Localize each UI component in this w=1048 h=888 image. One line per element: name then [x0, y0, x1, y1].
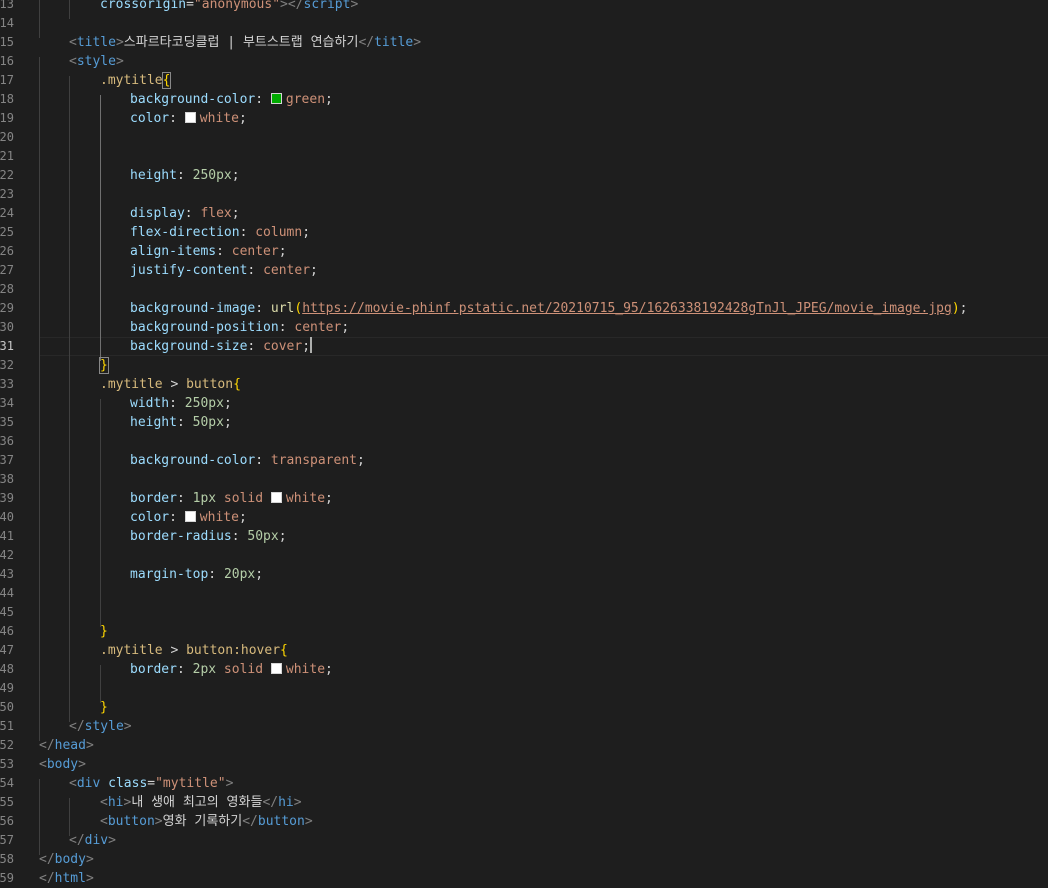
color-swatch-white[interactable] — [270, 492, 282, 503]
line-number: 49 — [0, 681, 14, 695]
line-number: 54 — [0, 776, 14, 790]
code-line-48: border: 2px solid white; — [130, 662, 333, 677]
line-number: 19 — [0, 111, 14, 125]
code-line-33: .mytitle > button{ — [100, 377, 241, 392]
line-number: 34 — [0, 396, 14, 410]
code-line-32: } — [99, 357, 109, 374]
line-number: 42 — [0, 548, 14, 562]
code-line-26: align-items: center; — [130, 244, 287, 259]
code-line-51: </style> — [69, 719, 132, 734]
line-number: 36 — [0, 434, 14, 448]
line-number: 38 — [0, 472, 14, 486]
line-number: 24 — [0, 206, 14, 220]
line-number: 14 — [0, 16, 14, 30]
code-line-31: background-size: cover; — [130, 337, 313, 354]
line-number: 50 — [0, 700, 14, 714]
code-line-40: color: white; — [130, 510, 247, 525]
line-number: 58 — [0, 852, 14, 866]
code-line-17: .mytitle{ — [100, 72, 172, 89]
line-number: 53 — [0, 757, 14, 771]
code-editor[interactable]: 13 14 15 16 17 18 19 20 21 22 23 24 25 26 27 28 29 30 31 32… — [0, 0, 1048, 888]
code-line-39: border: 1px solid white; — [130, 491, 333, 506]
line-number: 28 — [0, 282, 14, 296]
line-number: 48 — [0, 662, 14, 676]
code-line-13: crossorigin="anonymous"></script> — [100, 0, 359, 12]
line-number: 30 — [0, 320, 14, 334]
code-line-47: .mytitle > button:hover{ — [100, 643, 288, 658]
line-number: 52 — [0, 738, 14, 752]
code-line-43: margin-top: 20px; — [130, 567, 264, 582]
line-number: 21 — [0, 149, 14, 163]
code-area[interactable]: crossorigin="anonymous"></script> <title… — [39, 0, 1048, 888]
code-line-50: } — [100, 700, 108, 715]
line-number: 13 — [0, 0, 14, 11]
line-number: 45 — [0, 605, 14, 619]
code-line-25: flex-direction: column; — [130, 225, 311, 240]
code-line-52: </head> — [39, 738, 94, 753]
line-number: 16 — [0, 54, 14, 68]
color-swatch-white[interactable] — [184, 511, 196, 522]
line-number: 41 — [0, 529, 14, 543]
color-swatch-green[interactable] — [270, 93, 282, 104]
code-line-34: width: 250px; — [130, 396, 232, 411]
line-number: 20 — [0, 130, 14, 144]
line-number: 37 — [0, 453, 14, 467]
code-line-55: <hi>내 생애 최고의 영화들</hi> — [100, 795, 302, 810]
line-number: 25 — [0, 225, 14, 239]
code-line-59: </html> — [39, 871, 94, 886]
code-line-27: justify-content: center; — [130, 263, 318, 278]
code-line-58: </body> — [39, 852, 94, 867]
line-number: 33 — [0, 377, 14, 391]
line-number: 43 — [0, 567, 14, 581]
line-number: 51 — [0, 719, 14, 733]
line-number: 29 — [0, 301, 14, 315]
code-line-53: <body> — [39, 757, 86, 772]
line-number: 18 — [0, 92, 14, 106]
code-line-41: border-radius: 50px; — [130, 529, 287, 544]
line-number: 57 — [0, 833, 14, 847]
line-number: 47 — [0, 643, 14, 657]
line-number: 23 — [0, 187, 14, 201]
code-line-18: background-color: green; — [130, 92, 333, 107]
line-number: 15 — [0, 35, 14, 49]
code-line-19: color: white; — [130, 111, 247, 126]
code-line-16: <style> — [69, 54, 124, 69]
line-number: 46 — [0, 624, 14, 638]
code-line-37: background-color: transparent; — [130, 453, 365, 468]
line-number: 40 — [0, 510, 14, 524]
code-line-22: height: 250px; — [130, 168, 240, 183]
text-cursor — [310, 337, 313, 353]
code-line-56: <button>영화 기록하기</button> — [100, 814, 313, 829]
line-number: 44 — [0, 586, 14, 600]
line-number: 32 — [0, 358, 14, 372]
line-number: 56 — [0, 814, 14, 828]
code-line-54: <div class="mytitle"> — [69, 776, 234, 791]
line-number: 17 — [0, 73, 14, 87]
code-line-15: <title>스파르타코딩클럽 | 부트스트랩 연습하기</title> — [69, 35, 422, 50]
line-number-gutter: 13 14 15 16 17 18 19 20 21 22 23 24 25 26 27 28 29 30 31 32… — [0, 0, 14, 888]
line-number: 39 — [0, 491, 14, 505]
code-line-29: background-image: url(https://movie-phin… — [130, 301, 968, 316]
line-number: 31 — [0, 339, 14, 353]
code-line-24: display: flex; — [130, 206, 240, 221]
line-number: 55 — [0, 795, 14, 809]
image-url-link[interactable]: https://movie-phinf.pstatic.net/20210715… — [302, 301, 952, 316]
code-line-35: height: 50px; — [130, 415, 232, 430]
line-number: 22 — [0, 168, 14, 182]
line-number: 35 — [0, 415, 14, 429]
code-line-57: </div> — [69, 833, 116, 848]
color-swatch-white[interactable] — [270, 663, 282, 674]
line-number: 26 — [0, 244, 14, 258]
color-swatch-white[interactable] — [184, 112, 196, 123]
line-number: 59 — [0, 871, 14, 885]
code-line-46: } — [100, 624, 108, 639]
code-line-30: background-position: center; — [130, 320, 350, 335]
line-number: 27 — [0, 263, 14, 277]
